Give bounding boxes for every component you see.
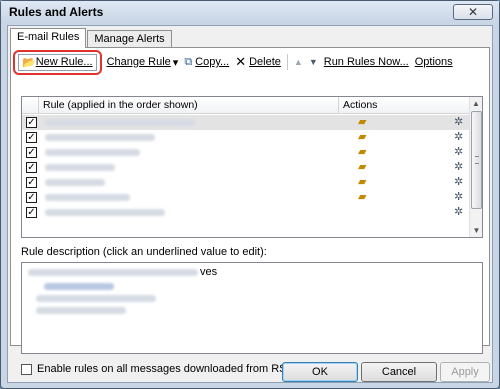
- folder-icon: ▰: [358, 191, 367, 203]
- title-bar: Rules and Alerts ✕: [1, 1, 499, 23]
- change-rule-button[interactable]: Change Rule ▾: [104, 52, 182, 72]
- dialog-body: E-mail Rules Manage Alerts 📂 New Rule...…: [7, 25, 493, 383]
- rule-name-obscured: [45, 134, 155, 141]
- arrow-up-icon: ▲: [293, 57, 303, 67]
- description-fragment: ves: [200, 266, 218, 278]
- close-button[interactable]: ✕: [453, 4, 493, 20]
- delete-x-icon: ✕: [235, 54, 247, 69]
- rules-and-alerts-window: Rules and Alerts ✕ E-mail Rules Manage A…: [0, 0, 500, 389]
- rule-row[interactable]: ✓ ✲: [22, 205, 470, 220]
- tab-manage-alerts[interactable]: Manage Alerts: [87, 30, 172, 48]
- rule-checkbox[interactable]: ✓: [26, 117, 37, 128]
- copy-button[interactable]: ⧉ Copy...: [181, 52, 232, 72]
- wand-icon: ✲: [454, 131, 464, 143]
- description-line: ves: [28, 266, 217, 278]
- rules-list[interactable]: Rule (applied in the order shown) Action…: [21, 96, 483, 238]
- rule-name-obscured: [45, 194, 130, 201]
- run-rules-now-label: Run Rules Now...: [323, 56, 409, 68]
- rules-rows: ✓ ▰ ✲ ✓ ▰ ✲ ✓ ▰ ✲ ✓ ▰ ✲ ✓ ▰ ✲ ✓ ▰ ✲ ✓ ✲: [22, 115, 470, 220]
- rule-description-label: Rule description (click an underlined va…: [21, 246, 267, 258]
- rule-name-obscured: [45, 209, 165, 216]
- delete-label: Delete: [249, 56, 281, 68]
- rule-description-box[interactable]: ves: [21, 262, 483, 354]
- rule-checkbox[interactable]: ✓: [26, 147, 37, 158]
- rule-name-obscured: [45, 179, 105, 186]
- rules-list-header: Rule (applied in the order shown) Action…: [22, 97, 470, 114]
- wand-icon: ✲: [454, 161, 464, 173]
- tab-strip: E-mail Rules Manage Alerts: [10, 28, 173, 48]
- folder-icon: ▰: [358, 146, 367, 158]
- window-title: Rules and Alerts: [9, 5, 104, 19]
- rule-name-obscured: [45, 149, 140, 156]
- header-rule-column[interactable]: Rule (applied in the order shown): [39, 97, 339, 113]
- apply-button[interactable]: Apply: [440, 362, 490, 382]
- highlight-circle: 📂 New Rule...: [13, 49, 102, 75]
- rules-list-scrollbar[interactable]: ▲ ▼: [469, 97, 482, 237]
- run-rules-now-button[interactable]: Run Rules Now...: [321, 52, 412, 72]
- rule-name-obscured: [45, 119, 195, 126]
- arrow-down-icon: ▼: [308, 57, 318, 67]
- wand-icon: ✲: [454, 146, 464, 158]
- description-link-obscured[interactable]: [44, 283, 114, 290]
- move-up-button[interactable]: ▲: [291, 52, 306, 72]
- folder-new-icon: 📂: [22, 56, 36, 69]
- rule-checkbox[interactable]: ✓: [26, 207, 37, 218]
- thumb-grip-icon: [475, 156, 479, 164]
- rule-checkbox[interactable]: ✓: [26, 192, 37, 203]
- wand-icon: ✲: [454, 206, 464, 218]
- rss-checkbox[interactable]: [21, 363, 32, 375]
- rule-row[interactable]: ✓ ▰ ✲: [22, 115, 470, 130]
- description-text-obscured: [36, 307, 126, 314]
- description-text-obscured: [28, 268, 198, 276]
- scroll-thumb[interactable]: [471, 111, 482, 209]
- options-button[interactable]: Options: [412, 52, 456, 72]
- folder-icon: ▰: [358, 176, 367, 188]
- rule-row[interactable]: ✓ ▰ ✲: [22, 190, 470, 205]
- folder-icon: ▰: [358, 161, 367, 173]
- folder-icon: ▰: [358, 116, 367, 128]
- rule-row[interactable]: ✓ ▰ ✲: [22, 175, 470, 190]
- wand-icon: ✲: [454, 191, 464, 203]
- tab-email-rules[interactable]: E-mail Rules: [10, 28, 87, 48]
- folder-icon: ▰: [358, 131, 367, 143]
- description-text-obscured: [36, 295, 156, 302]
- rule-row[interactable]: ✓ ▰ ✲: [22, 145, 470, 160]
- chevron-down-icon: ▾: [172, 56, 179, 69]
- copy-label: Copy...: [195, 56, 230, 68]
- toolbar-divider: [286, 54, 288, 70]
- new-rule-button[interactable]: 📂 New Rule...: [18, 53, 97, 71]
- options-label: Options: [414, 56, 453, 68]
- ok-button[interactable]: OK: [282, 362, 358, 382]
- rule-checkbox[interactable]: ✓: [26, 162, 37, 173]
- scroll-down-icon[interactable]: ▼: [470, 224, 482, 237]
- header-actions-column[interactable]: Actions: [339, 97, 470, 113]
- scroll-up-icon[interactable]: ▲: [470, 97, 482, 110]
- wand-icon: ✲: [454, 116, 464, 128]
- rules-toolbar: 📂 New Rule... Change Rule ▾ ⧉ Copy... ✕ …: [13, 49, 456, 75]
- copy-icon: ⧉: [184, 55, 193, 68]
- delete-button[interactable]: ✕ Delete: [232, 52, 284, 72]
- rule-checkbox[interactable]: ✓: [26, 177, 37, 188]
- header-check-column: [22, 97, 39, 113]
- move-down-button[interactable]: ▼: [306, 52, 321, 72]
- change-rule-label: Change Rule: [106, 56, 171, 68]
- rule-row[interactable]: ✓ ▰ ✲: [22, 130, 470, 145]
- new-rule-label: New Rule...: [35, 56, 93, 68]
- rule-name-obscured: [45, 164, 115, 171]
- cancel-button[interactable]: Cancel: [361, 362, 437, 382]
- rule-row[interactable]: ✓ ▰ ✲: [22, 160, 470, 175]
- email-rules-panel: 📂 New Rule... Change Rule ▾ ⧉ Copy... ✕ …: [10, 47, 490, 375]
- wand-icon: ✲: [454, 176, 464, 188]
- rule-checkbox[interactable]: ✓: [26, 132, 37, 143]
